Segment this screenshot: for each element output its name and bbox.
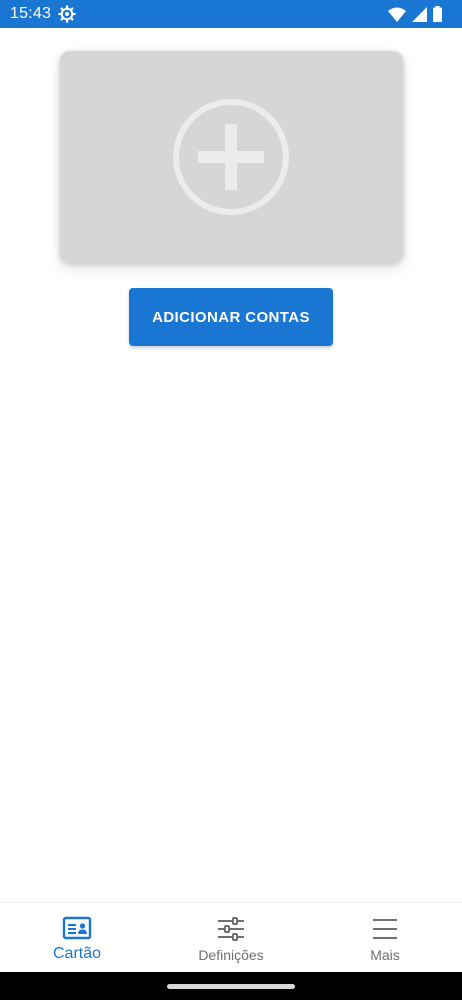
nav-item-cartao[interactable]: Cartão [0, 903, 154, 973]
nav-label-mais: Mais [370, 947, 400, 963]
nav-label-definicoes: Definições [198, 947, 264, 963]
status-time: 15:43 [10, 5, 52, 22]
nav-item-mais[interactable]: Mais [308, 903, 462, 973]
wifi-icon [388, 7, 406, 22]
home-gesture-handle[interactable] [167, 984, 295, 989]
nav-label-cartao: Cartão [52, 945, 102, 962]
signal-icon [412, 6, 427, 22]
status-bar: 15:43 [0, 0, 462, 28]
id-card-icon [62, 916, 92, 940]
nav-item-definicoes[interactable]: Definições [154, 903, 308, 973]
battery-icon [433, 6, 442, 22]
system-navigation-bar [0, 972, 462, 1000]
settings-gear-icon [58, 5, 76, 23]
card-placeholder[interactable] [60, 51, 403, 263]
add-accounts-button[interactable]: ADICIONAR CONTAS [129, 288, 333, 346]
add-circle-icon [173, 99, 289, 215]
sliders-icon [218, 917, 244, 941]
bottom-navigation: Cartão Definições Mais [0, 902, 462, 973]
menu-icon [373, 919, 397, 939]
